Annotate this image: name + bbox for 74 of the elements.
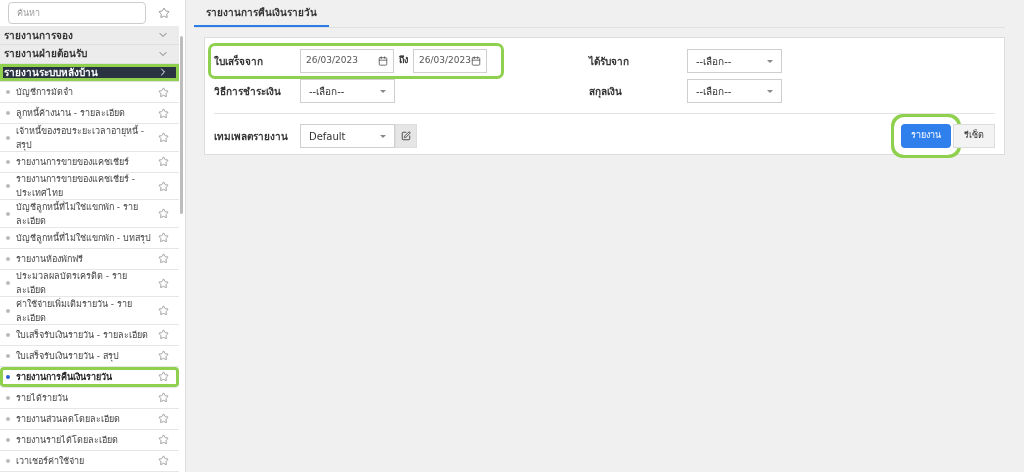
bullet-icon <box>6 184 10 189</box>
sidebar-item[interactable]: รายได้รายวัน <box>0 388 179 409</box>
sidebar-item[interactable]: บัญชีลูกหนี้ที่ไม่ใช่แขกพัก - รายละเอียด <box>0 200 179 228</box>
star-icon[interactable] <box>158 305 169 317</box>
bullet-icon <box>6 256 10 261</box>
sidebar-item[interactable]: ประมวลผลบัตรเครดิต - รายละเอียด <box>0 269 179 298</box>
star-icon[interactable] <box>158 434 169 446</box>
caret-icon <box>380 89 386 93</box>
sidebar-item[interactable]: รายงานการขายของแคชเชียร์ - ประเทศไทย <box>0 172 179 201</box>
payment-method-select[interactable]: --เลือก-- <box>300 79 395 103</box>
date-field[interactable]: 26/03/2023 <box>413 49 487 73</box>
sidebar-item[interactable]: บัญชีการมัดจำ <box>0 82 179 104</box>
bullet-icon <box>6 135 10 140</box>
star-icon[interactable] <box>158 329 169 341</box>
bullet-icon <box>6 417 10 421</box>
bullet-icon <box>6 375 10 379</box>
sidebar-item[interactable]: รายงานห้องพักฟรี <box>0 248 179 270</box>
star-icon[interactable] <box>158 132 169 143</box>
bullet-icon <box>6 211 10 216</box>
bullet-icon <box>6 111 10 116</box>
sidebar-item[interactable]: รายงานการคืนเงินรายวัน <box>0 367 179 388</box>
star-icon[interactable] <box>158 350 169 362</box>
bullet-icon <box>6 438 10 442</box>
sidebar-item[interactable]: ใบเสร็จรับเงินรายวัน - สรุป <box>0 346 179 367</box>
star-icon[interactable] <box>158 371 169 383</box>
bullet-icon <box>6 459 10 463</box>
date-range-row: ใบเสร็จจาก 26/03/2023 ถึง 26/03/2023 <box>211 46 501 76</box>
star-icon[interactable] <box>158 232 169 244</box>
star-icon[interactable] <box>158 180 169 192</box>
bullet-icon <box>6 281 10 286</box>
star-icon[interactable] <box>158 7 170 20</box>
scrollbar[interactable] <box>180 36 183 214</box>
bullet-icon <box>6 308 10 313</box>
star-icon[interactable] <box>158 86 169 98</box>
sidebar-item[interactable]: รายงานส่วนลดโดยละเอียด <box>0 409 179 430</box>
sidebar-section[interactable]: รายงานฝ่ายต้อนรับ <box>0 45 179 64</box>
star-icon[interactable] <box>158 107 169 119</box>
bullet-icon <box>6 159 10 164</box>
star-icon[interactable] <box>158 253 169 265</box>
search-field[interactable]: ค้นหา <box>8 2 146 25</box>
star-icon[interactable] <box>158 208 169 220</box>
template-select[interactable]: Default <box>300 124 395 148</box>
sidebar-item[interactable]: ใบเสร็จรับเงินรายวัน - รายละเอียด <box>0 325 179 346</box>
bullet-icon <box>6 333 10 337</box>
star-icon[interactable] <box>158 156 169 168</box>
caret-icon <box>767 89 773 93</box>
sidebar-item[interactable]: ค่าใช้จ่ายเพิ่มเติมรายวัน - รายละเอียด <box>0 297 179 325</box>
form-card: ใบเสร็จจาก 26/03/2023 ถึง 26/03/2023 วิธีการชำระเงิน --เลือก-- ได้รับจาก --เลือก-- สกุลเงิน --เลือก-- เทมเพลตรายงาน Default รายงาน รีเซ็ต <box>204 37 1005 155</box>
date-field[interactable]: 26/03/2023 <box>300 49 394 73</box>
star-icon[interactable] <box>158 413 169 425</box>
sidebar-item[interactable]: บัญชีลูกหนี้ที่ไม่ใช่แขกพัก - บทสรุป <box>0 227 179 249</box>
received-from-select[interactable]: --เลือก-- <box>687 49 782 73</box>
caret-icon <box>380 134 386 138</box>
currency-select[interactable]: --เลือก-- <box>687 79 782 103</box>
star-icon[interactable] <box>158 277 169 289</box>
tab[interactable]: รายงานการคืนเงินรายวัน <box>194 0 329 27</box>
bullet-icon <box>6 235 10 240</box>
sidebar-section[interactable]: รายงานการจอง <box>0 26 179 46</box>
caret-icon <box>767 59 773 63</box>
sidebar-item[interactable]: ลูกหนี้ค้างนาน - รายละเอียด <box>0 103 179 125</box>
sidebar-item[interactable]: รายงานการขายของแคชเชียร์ <box>0 151 179 173</box>
bullet-icon <box>6 396 10 400</box>
sidebar-item[interactable]: รายงานรายได้โดยละเอียด <box>0 430 179 451</box>
calendar-icon <box>471 56 481 66</box>
star-icon[interactable] <box>158 392 169 404</box>
sidebar-item[interactable]: เวาเชอร์ค่าใช้จ่าย <box>0 451 179 472</box>
edit-icon <box>401 131 411 141</box>
star-icon[interactable] <box>158 455 169 467</box>
calendar-icon <box>378 56 388 66</box>
bullet-icon <box>6 354 10 358</box>
sidebar-item[interactable]: เจ้าหนี้ของรอบระยะเวลาอายุหนี้ - สรุป <box>0 124 179 152</box>
edit-button[interactable] <box>395 124 417 148</box>
reset-button[interactable]: รีเซ็ต <box>953 124 995 148</box>
bullet-icon <box>6 90 10 95</box>
